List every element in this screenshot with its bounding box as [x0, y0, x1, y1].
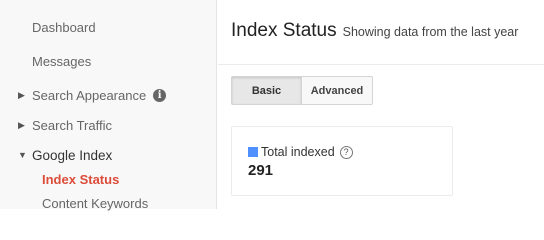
sidebar-item-messages[interactable]: Messages [32, 50, 91, 72]
sidebar-item-label: Dashboard [32, 19, 96, 35]
stat-value: 291 [248, 162, 274, 179]
sidebar-item-label: Google Index [32, 147, 113, 163]
stat-label: Total indexed [261, 145, 335, 159]
total-indexed-card: Total indexed ? 291 [231, 126, 453, 196]
help-icon[interactable]: ? [339, 145, 353, 159]
advanced-button[interactable]: Advanced [302, 76, 373, 105]
basic-button[interactable]: Basic [231, 76, 302, 105]
sidebar-item-content-keywords[interactable]: Content Keywords [42, 192, 148, 214]
sidebar-item-index-status[interactable]: Index Status [42, 168, 119, 190]
view-toggle: Basic Advanced [231, 76, 373, 105]
sidebar-item-label: Messages [32, 53, 92, 69]
series-swatch [248, 147, 258, 157]
main-content: Index Status Showing data from the last … [218, 0, 544, 209]
page-title: Index Status [231, 20, 337, 41]
sidebar-item-label: Index Status [42, 171, 120, 187]
collapse-arrow-icon[interactable]: ▼ [18, 150, 32, 160]
page-subtitle: Showing data from the last year [342, 25, 519, 39]
sidebar-item-google-index[interactable]: ▼ Google Index [18, 144, 112, 166]
sidebar-item-label: Search Traffic [32, 117, 112, 133]
expand-arrow-icon[interactable]: ▶ [18, 90, 32, 101]
info-icon[interactable]: i [153, 88, 167, 102]
sidebar-item-dashboard[interactable]: Dashboard [32, 16, 96, 38]
sidebar-item-label: Search Appearance [32, 87, 147, 103]
header-divider [218, 64, 544, 65]
sidebar-item-search-traffic[interactable]: ▶ Search Traffic [18, 114, 112, 136]
expand-arrow-icon[interactable]: ▶ [18, 120, 32, 131]
sidebar: Dashboard Messages ▶ Search Appearance i… [0, 0, 217, 211]
stat-label-row: Total indexed ? [248, 145, 353, 159]
sidebar-item-search-appearance[interactable]: ▶ Search Appearance i [18, 84, 167, 106]
page-header: Index Status Showing data from the last … [231, 20, 518, 42]
sidebar-item-label: Content Keywords [42, 195, 149, 211]
